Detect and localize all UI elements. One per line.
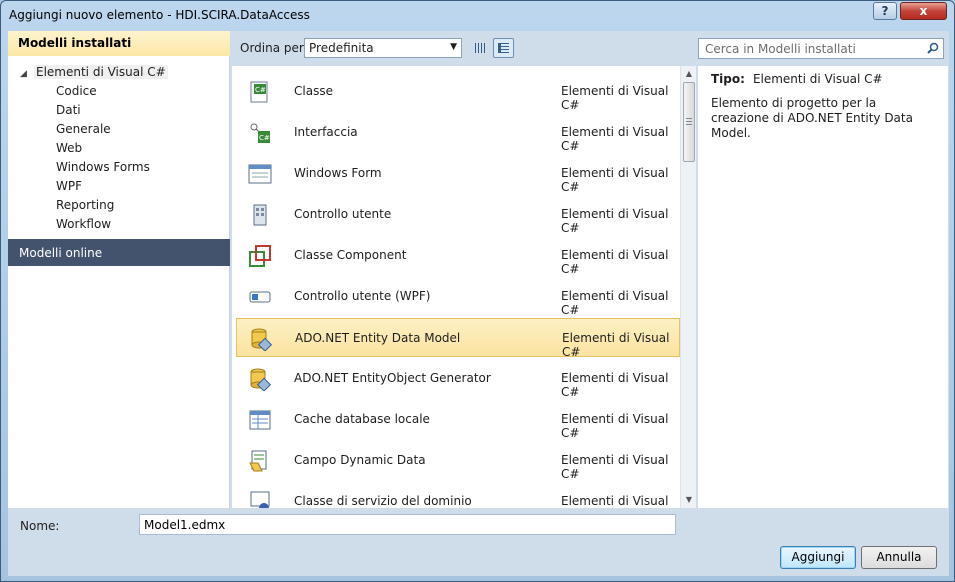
- interface-icon: C#: [248, 121, 272, 145]
- add-new-item-dialog: Aggiungi nuovo elemento - HDI.SCIRA.Data…: [0, 0, 955, 582]
- tree-node-web[interactable]: Web: [56, 141, 82, 155]
- entity-data-model-icon: [249, 327, 273, 352]
- sort-by-dropdown[interactable]: Predefinita ▼: [304, 38, 462, 58]
- local-database-cache-icon: [248, 408, 272, 432]
- details-pane: Tipo: Elementi di Visual C# Elemento di p…: [698, 66, 948, 508]
- installed-templates-header[interactable]: Modelli installati: [8, 31, 230, 56]
- template-row[interactable]: Classe Component Elementi di Visual C#: [236, 236, 680, 276]
- template-name: Campo Dynamic Data: [294, 453, 426, 467]
- template-category: Elementi di Visual C#: [561, 289, 669, 317]
- scroll-down-icon[interactable]: ▼: [681, 492, 696, 508]
- online-templates-header[interactable]: Modelli online: [8, 239, 230, 266]
- tree-node-windows-forms[interactable]: Windows Forms: [56, 160, 150, 174]
- tree-node-codice[interactable]: Codice: [56, 84, 97, 98]
- close-button[interactable]: x: [900, 2, 947, 20]
- tree-node-label: Elementi di Visual C#: [34, 65, 168, 79]
- small-icons-view-button[interactable]: [470, 38, 491, 58]
- template-row[interactable]: Controllo utente Elementi di Visual C#: [236, 195, 680, 235]
- template-description: Elemento di progetto per la creazione di…: [711, 96, 913, 140]
- type-label: Tipo:: [711, 72, 745, 86]
- template-list: C# Classe Elementi di Visual C# C# Interfacc…: [232, 66, 696, 508]
- template-category: Elementi di Visual C#: [561, 453, 669, 481]
- template-name: Classe Component: [294, 248, 407, 262]
- template-name: Interfaccia: [294, 125, 358, 139]
- template-row[interactable]: ADO.NET Entity Data Model Elementi di Vis…: [236, 318, 680, 359]
- windows-form-icon: [248, 162, 272, 186]
- template-category: Elementi di Visual C#: [561, 84, 669, 112]
- title-bar[interactable]: Aggiungi nuovo elemento - HDI.SCIRA.Data…: [1, 1, 954, 30]
- type-value: Elementi di Visual C#: [752, 72, 883, 86]
- scroll-up-icon[interactable]: ▲: [681, 66, 696, 82]
- details-view-button[interactable]: [493, 38, 514, 58]
- domain-service-class-icon: [248, 490, 272, 508]
- sort-by-label: Ordina per:: [240, 41, 308, 55]
- search-box[interactable]: [698, 38, 944, 59]
- class-icon: C#: [248, 80, 272, 104]
- template-row[interactable]: Campo Dynamic Data Elementi di Visual C#: [236, 441, 680, 481]
- cancel-button[interactable]: Annulla: [861, 546, 937, 569]
- template-name: Cache database locale: [294, 412, 430, 426]
- template-tree-pane: Modelli installati ◢ Elementi di Visual C…: [8, 31, 230, 508]
- template-row[interactable]: Windows Form Elementi di Visual C#: [236, 154, 680, 194]
- template-name: Classe di servizio del dominio: [294, 494, 472, 508]
- tree-node-visual-csharp[interactable]: ◢ Elementi di Visual C#: [20, 65, 168, 79]
- svg-text:C#: C#: [255, 86, 266, 94]
- type-line: Tipo: Elementi di Visual C#: [711, 72, 883, 86]
- template-category: Elementi di Visual C#: [561, 412, 669, 440]
- template-row[interactable]: C# Interfaccia Elementi di Visual C#: [236, 113, 680, 153]
- tree-node-dati[interactable]: Dati: [56, 103, 81, 117]
- help-button[interactable]: ?: [873, 2, 897, 20]
- template-category: Elementi di Visual C#: [561, 166, 669, 194]
- template-name: ADO.NET EntityObject Generator: [294, 371, 491, 385]
- user-control-icon: [248, 203, 272, 227]
- search-input[interactable]: [699, 39, 919, 58]
- list-scrollbar[interactable]: ▲ ▼: [680, 66, 696, 508]
- template-row[interactable]: Controllo utente (WPF) Elementi di Visual…: [236, 277, 680, 317]
- template-row[interactable]: ADO.NET EntityObject Generator Elementi d…: [236, 359, 680, 399]
- entityobject-generator-icon: [248, 367, 272, 392]
- tree-node-reporting[interactable]: Reporting: [56, 198, 114, 212]
- tree-node-wpf[interactable]: WPF: [56, 179, 82, 193]
- template-row[interactable]: Cache database locale Elementi di Visual …: [236, 400, 680, 440]
- grip-icon: [686, 118, 692, 125]
- tree-node-generale[interactable]: Generale: [56, 122, 111, 136]
- dynamic-data-field-icon: [248, 449, 272, 473]
- window-title: Aggiungi nuovo elemento - HDI.SCIRA.Data…: [9, 8, 310, 22]
- template-row[interactable]: Classe di servizio del dominio Elementi d…: [236, 482, 680, 508]
- scroll-thumb[interactable]: [683, 82, 695, 162]
- template-category: Elementi di Visual C#: [561, 494, 669, 508]
- chevron-down-icon: ▼: [450, 42, 457, 52]
- template-category: Elementi di Visual C#: [561, 248, 669, 276]
- svg-text:C#: C#: [259, 134, 270, 142]
- template-name: Classe: [294, 84, 333, 98]
- template-row[interactable]: C# Classe Elementi di Visual C#: [236, 72, 680, 112]
- wpf-user-control-icon: [248, 285, 272, 309]
- name-input[interactable]: [139, 514, 676, 535]
- grid-view-icon: [475, 43, 486, 53]
- sort-by-value: Predefinita: [309, 41, 374, 55]
- tree-node-workflow[interactable]: Workflow: [56, 217, 111, 231]
- dialog-content: Modelli installati ◢ Elementi di Visual C…: [8, 31, 949, 576]
- template-category: Elementi di Visual C#: [561, 125, 669, 153]
- name-label: Nome:: [20, 519, 60, 533]
- template-name: Controllo utente (WPF): [294, 289, 431, 303]
- list-view-icon: [498, 43, 509, 53]
- template-category: Elementi di Visual C#: [561, 207, 669, 235]
- template-name: Controllo utente: [294, 207, 392, 221]
- add-button[interactable]: Aggiungi: [780, 546, 856, 569]
- template-name: Windows Form: [294, 166, 382, 180]
- collapse-arrow-icon[interactable]: ◢: [20, 69, 34, 79]
- template-category: Elementi di Visual C#: [562, 331, 670, 359]
- template-category: Elementi di Visual C#: [561, 371, 669, 399]
- search-icon[interactable]: [927, 42, 939, 54]
- template-name: ADO.NET Entity Data Model: [295, 331, 461, 345]
- component-class-icon: [248, 244, 272, 268]
